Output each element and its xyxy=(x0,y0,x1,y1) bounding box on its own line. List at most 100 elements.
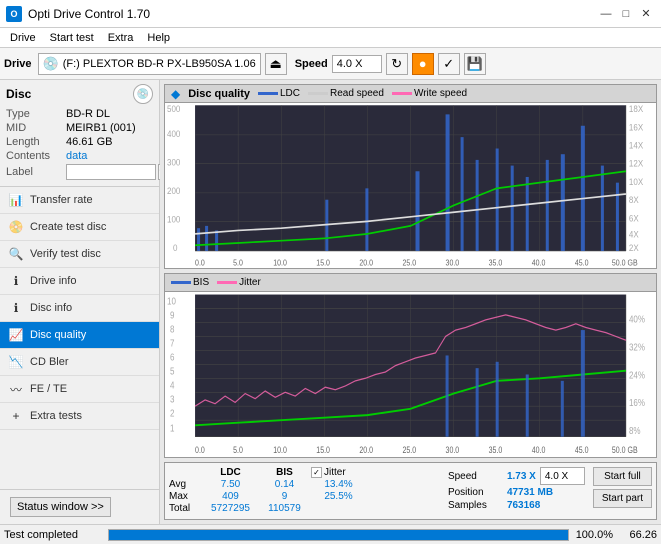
status-text: Test completed xyxy=(4,529,104,541)
stats-bis-header: BIS xyxy=(262,467,307,478)
nav-extra-tests[interactable]: + Extra tests xyxy=(0,403,159,430)
close-button[interactable]: ✕ xyxy=(637,5,655,23)
svg-text:5: 5 xyxy=(170,366,174,377)
svg-text:8%: 8% xyxy=(629,425,641,436)
nav-disc-quality[interactable]: 📈 Disc quality xyxy=(0,322,159,349)
nav-transfer-rate[interactable]: 📊 Transfer rate xyxy=(0,187,159,214)
disc-section: Disc 💿 Type BD-R DL MID MEIRB1 (001) Len… xyxy=(0,80,159,187)
svg-text:7: 7 xyxy=(170,338,174,349)
svg-text:40.0: 40.0 xyxy=(532,445,546,455)
svg-text:35.0: 35.0 xyxy=(489,258,503,268)
status-window-button[interactable]: Status window >> xyxy=(10,497,111,517)
svg-text:16X: 16X xyxy=(629,122,644,133)
stats-header-row: LDC BIS ✓ Jitter xyxy=(169,467,440,478)
drive-select[interactable]: 💿 (F:) PLEXTOR BD-R PX-LB950SA 1.06 xyxy=(38,53,261,75)
nav-label-cd-bler: CD Bler xyxy=(30,356,69,368)
avg-ldc: 7.50 xyxy=(203,479,258,490)
write-legend-label: Write speed xyxy=(414,88,467,99)
stats-ldc-header: LDC xyxy=(203,467,258,478)
nav-label-verify-test-disc: Verify test disc xyxy=(30,248,101,260)
nav-create-test-disc[interactable]: 📀 Create test disc xyxy=(0,214,159,241)
svg-text:500: 500 xyxy=(167,104,181,115)
svg-text:30.0: 30.0 xyxy=(446,258,460,268)
svg-text:300: 300 xyxy=(167,157,181,168)
disc-label-row: Label 🔍 xyxy=(6,164,153,180)
nav-disc-info[interactable]: ℹ Disc info xyxy=(0,295,159,322)
speed-value: 4.0 X xyxy=(337,58,363,70)
max-bis: 9 xyxy=(262,491,307,502)
nav-drive-info[interactable]: ℹ Drive info xyxy=(0,268,159,295)
left-panel: Disc 💿 Type BD-R DL MID MEIRB1 (001) Len… xyxy=(0,80,160,524)
start-full-button[interactable]: Start full xyxy=(593,467,652,486)
status-window-area: Status window >> xyxy=(0,489,159,524)
speed-select-stats[interactable]: 4.0 X xyxy=(540,467,585,485)
nav-label-disc-quality: Disc quality xyxy=(30,329,86,341)
cd-bler-icon: 📉 xyxy=(8,354,24,370)
start-part-button[interactable]: Start part xyxy=(593,489,652,508)
stats-table: LDC BIS ✓ Jitter Avg 7.50 0.14 13.4% Max xyxy=(169,467,440,515)
position-label: Position xyxy=(448,487,503,498)
fe-te-icon: 〰 xyxy=(8,381,24,397)
nav-label-fe-te: FE / TE xyxy=(30,383,67,395)
maximize-button[interactable]: □ xyxy=(617,5,635,23)
svg-text:40.0: 40.0 xyxy=(532,258,546,268)
svg-text:9: 9 xyxy=(170,310,174,321)
menu-extra[interactable]: Extra xyxy=(102,31,140,45)
total-label: Total xyxy=(169,503,199,514)
chart1-container: ◆ Disc quality LDC Read speed Write spee… xyxy=(164,84,657,269)
extra-tests-icon: + xyxy=(8,408,24,424)
read-legend-color xyxy=(308,92,328,95)
mid-label: MID xyxy=(6,122,66,134)
chart1-title: Disc quality xyxy=(188,88,250,100)
svg-text:35.0: 35.0 xyxy=(489,445,503,455)
drive-info-icon: ℹ xyxy=(8,273,24,289)
svg-text:6: 6 xyxy=(170,352,174,363)
verify-button[interactable]: ✓ xyxy=(438,53,460,75)
save-button[interactable]: 💾 xyxy=(464,53,486,75)
burn-button[interactable]: ● xyxy=(412,53,434,75)
menu-bar: Drive Start test Extra Help xyxy=(0,28,661,48)
svg-text:400: 400 xyxy=(167,129,181,140)
app-title: Opti Drive Control 1.70 xyxy=(28,7,150,21)
samples-label: Samples xyxy=(448,500,503,511)
label-input[interactable] xyxy=(66,164,156,180)
nav-fe-te[interactable]: 〰 FE / TE xyxy=(0,376,159,403)
eject-button[interactable]: ⏏ xyxy=(265,53,287,75)
speed-dropdown-val: 4.0 X xyxy=(545,471,568,482)
nav-verify-test-disc[interactable]: 🔍 Verify test disc xyxy=(0,241,159,268)
verify-test-icon: 🔍 xyxy=(8,246,24,262)
nav-cd-bler[interactable]: 📉 CD Bler xyxy=(0,349,159,376)
mid-value: MEIRB1 (001) xyxy=(66,122,136,134)
svg-text:3: 3 xyxy=(170,394,174,405)
read-legend-label: Read speed xyxy=(330,88,384,99)
svg-text:0.0: 0.0 xyxy=(195,445,205,455)
menu-drive[interactable]: Drive xyxy=(4,31,42,45)
bis-legend-label: BIS xyxy=(193,277,209,288)
minimize-button[interactable]: — xyxy=(597,5,615,23)
svg-text:45.0: 45.0 xyxy=(575,258,589,268)
speed-select[interactable]: 4.0 X xyxy=(332,55,382,73)
menu-start-test[interactable]: Start test xyxy=(44,31,100,45)
refresh-button[interactable]: ↻ xyxy=(386,53,408,75)
jitter-label: Jitter xyxy=(324,467,346,478)
menu-help[interactable]: Help xyxy=(141,31,176,45)
chart2-header: BIS Jitter xyxy=(165,274,656,292)
svg-text:2: 2 xyxy=(170,408,174,419)
ldc-legend-color xyxy=(258,92,278,95)
svg-text:18X: 18X xyxy=(629,104,644,115)
svg-text:6X: 6X xyxy=(629,213,639,224)
svg-text:8X: 8X xyxy=(629,195,639,206)
svg-text:200: 200 xyxy=(167,186,181,197)
nav-buttons: 📊 Transfer rate 📀 Create test disc 🔍 Ver… xyxy=(0,187,159,489)
disc-icon-btn[interactable]: 💿 xyxy=(133,84,153,104)
svg-text:5.0: 5.0 xyxy=(233,445,243,455)
drive-icon: 💿 xyxy=(43,56,59,72)
svg-text:24%: 24% xyxy=(629,369,645,380)
jitter-check[interactable]: ✓ Jitter xyxy=(311,467,346,478)
bottom-bar: Test completed 100.0% 66.26 xyxy=(0,524,661,544)
chart1-legend-write: Write speed xyxy=(392,88,467,99)
chart2-legend-bis: BIS xyxy=(171,277,209,288)
jitter-checkbox[interactable]: ✓ xyxy=(311,467,322,478)
chart2-container: BIS Jitter xyxy=(164,273,657,458)
speed-val: 1.73 X xyxy=(507,471,536,482)
